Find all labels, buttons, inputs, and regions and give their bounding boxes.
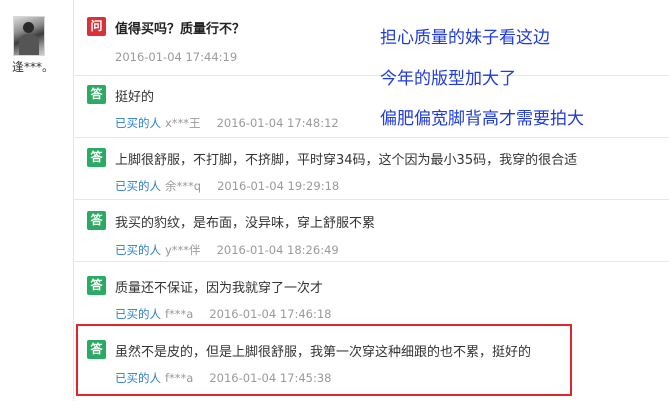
answer-item: 答 上脚很舒服，不打脚，不挤脚，平时穿34码，这个因为最小35码，我穿的很合适 … xyxy=(74,138,669,200)
annotation-text: 偏肥偏宽脚背高才需要拍大 xyxy=(380,109,584,129)
answer-meta: 已买的人 y***伴 2016-01-04 18:26:49 xyxy=(115,242,339,258)
annotation-text: 担心质量的妹子看这边 xyxy=(380,28,550,48)
avatar-body xyxy=(19,34,39,55)
avatar-head xyxy=(23,22,34,33)
answer-text: 挺好的 xyxy=(115,90,155,105)
question-block: 问 值得买吗？质量行不？ 2016-01-04 17:44:19 xyxy=(74,0,669,76)
answer-date: 2016-01-04 17:46:18 xyxy=(209,307,332,321)
avatar[interactable] xyxy=(13,16,45,56)
answer-date: 2016-01-04 18:26:49 xyxy=(216,243,339,257)
buyer-label-link[interactable]: 已买的人 xyxy=(115,307,161,321)
question-date: 2016-01-04 17:44:19 xyxy=(115,50,238,64)
answer-date: 2016-01-04 17:48:12 xyxy=(216,116,339,130)
question-text: 值得买吗？质量行不？ xyxy=(115,22,246,37)
answer-text: 上脚很舒服，不打脚，不挤脚，平时穿34码，这个因为最小35码，我穿的很合适 xyxy=(115,153,578,168)
answer-meta: 已买的人 f***a 2016-01-04 17:46:18 xyxy=(115,306,332,322)
highlight-box xyxy=(76,324,572,396)
buyer-label-link[interactable]: 已买的人 xyxy=(115,243,161,257)
answer-item: 答 质量还不保证，因为我就穿了一次才 已买的人 f***a 2016-01-04 1… xyxy=(74,262,669,324)
answer-badge: 答 xyxy=(87,148,106,167)
answer-meta: 已买的人 余***q 2016-01-04 19:29:18 xyxy=(115,178,339,194)
answer-badge: 答 xyxy=(87,85,106,104)
answer-text: 我买的豹纹，是布面，没异味，穿上舒服不累 xyxy=(115,216,376,231)
answer-date: 2016-01-04 19:29:18 xyxy=(217,179,340,193)
buyer-label-link[interactable]: 已买的人 xyxy=(115,116,161,130)
user-name: 逢***。 xyxy=(12,60,55,74)
answer-nick: x***王 xyxy=(165,116,201,130)
question-badge: 问 xyxy=(87,17,106,36)
answer-text: 质量还不保证，因为我就穿了一次才 xyxy=(115,281,324,296)
answer-item: 答 我买的豹纹，是布面，没异味，穿上舒服不累 已买的人 y***伴 2016-01-… xyxy=(74,200,669,262)
answer-badge: 答 xyxy=(87,211,106,230)
buyer-label-link[interactable]: 已买的人 xyxy=(115,179,161,193)
answer-nick: y***伴 xyxy=(165,243,201,257)
answer-badge: 答 xyxy=(87,276,106,295)
answer-meta: 已买的人 x***王 2016-01-04 17:48:12 xyxy=(115,115,339,131)
answer-nick: 余***q xyxy=(165,179,202,193)
answer-nick: f***a xyxy=(165,307,194,321)
annotation-text: 今年的版型加大了 xyxy=(380,69,516,89)
